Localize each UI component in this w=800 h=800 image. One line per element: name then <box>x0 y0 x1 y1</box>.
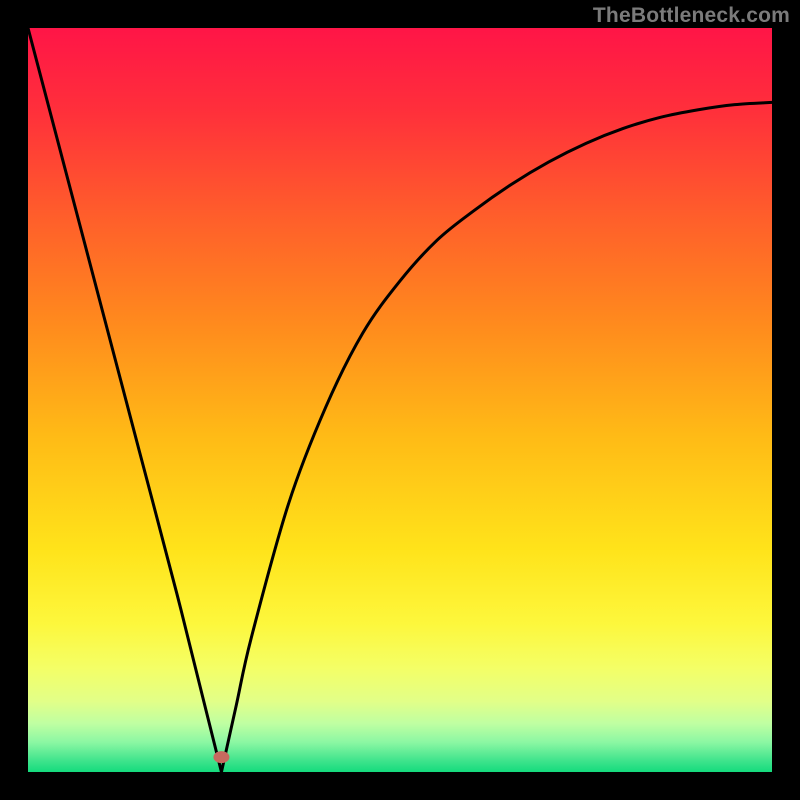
chart-background-gradient <box>28 28 772 772</box>
chart-svg <box>28 28 772 772</box>
chart-notch-marker <box>213 751 229 763</box>
chart-plot-area <box>28 28 772 772</box>
attribution-text: TheBottleneck.com <box>593 4 790 28</box>
